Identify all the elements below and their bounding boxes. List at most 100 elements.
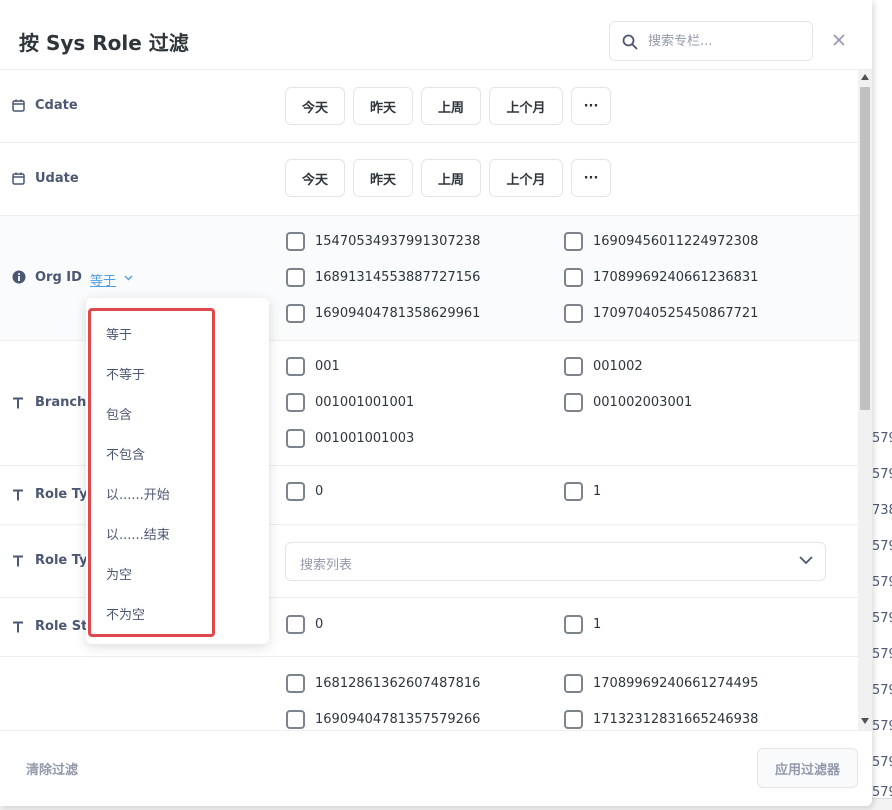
- bg-cell: 579: [872, 755, 892, 770]
- checkbox[interactable]: [564, 393, 583, 412]
- menu-item-is-empty[interactable]: 为空: [106, 564, 132, 583]
- bg-cell: 738: [872, 503, 892, 518]
- checkbox-option[interactable]: 15470534937991307238: [286, 232, 480, 251]
- checkbox[interactable]: [564, 482, 583, 501]
- checkbox-option[interactable]: 16891314553887727156: [286, 268, 480, 287]
- modal-footer: 清除过滤 应用过滤器: [0, 730, 872, 806]
- last-week-button[interactable]: 上周: [421, 159, 481, 197]
- checkbox-option[interactable]: 001001001003: [286, 429, 414, 448]
- menu-item-equals[interactable]: 等于: [106, 324, 132, 343]
- option-label: 1: [593, 484, 602, 499]
- checkbox[interactable]: [286, 674, 305, 693]
- more-options-button[interactable]: ···: [571, 87, 611, 125]
- scroll-up-arrow-icon[interactable]: [861, 74, 869, 80]
- text-type-icon: [13, 489, 23, 501]
- bg-cell: 579: [872, 539, 892, 554]
- option-label: 0: [315, 484, 324, 499]
- menu-item-starts-with[interactable]: 以......开始: [106, 484, 170, 503]
- checkbox-option[interactable]: 17132312831665246938: [564, 710, 758, 729]
- checkbox[interactable]: [286, 615, 305, 634]
- checkbox-option[interactable]: 16909404781358629961: [286, 304, 480, 323]
- search-list-select[interactable]: 搜索列表: [285, 542, 826, 581]
- bg-cell: 579: [872, 431, 892, 446]
- menu-item-not-equals[interactable]: 不等于: [106, 364, 145, 383]
- checkbox-option[interactable]: 1: [564, 615, 601, 634]
- field-row-udate: Udate 今天 昨天 上周 上个月 ···: [0, 143, 858, 216]
- checkbox[interactable]: [286, 232, 305, 251]
- menu-item-not-empty[interactable]: 不为空: [106, 604, 145, 623]
- option-label: 001001001001: [315, 395, 415, 410]
- scroll-down-arrow-icon[interactable]: [861, 718, 869, 724]
- menu-item-contains[interactable]: 包含: [106, 404, 132, 423]
- checkbox-option[interactable]: 17089969240661236831: [564, 268, 758, 287]
- checkbox-option[interactable]: 0: [286, 482, 323, 501]
- checkbox[interactable]: [564, 357, 583, 376]
- checkbox[interactable]: [564, 232, 583, 251]
- yesterday-button[interactable]: 昨天: [353, 87, 413, 125]
- close-icon[interactable]: [829, 30, 849, 50]
- modal-title: 按 Sys Role 过滤: [19, 31, 189, 55]
- checkbox[interactable]: [286, 304, 305, 323]
- apply-filter-button[interactable]: 应用过滤器: [757, 748, 858, 788]
- checkbox-option[interactable]: 16909404781357579266: [286, 710, 480, 729]
- checkbox[interactable]: [286, 710, 305, 729]
- checkbox[interactable]: [286, 429, 305, 448]
- operator-selector[interactable]: 等于: [90, 270, 116, 289]
- checkbox-option[interactable]: 001: [286, 357, 340, 376]
- yesterday-button[interactable]: 昨天: [353, 159, 413, 197]
- checkbox[interactable]: [286, 357, 305, 376]
- select-placeholder: 搜索列表: [300, 558, 353, 573]
- checkbox[interactable]: [286, 393, 305, 412]
- checkbox[interactable]: [286, 482, 305, 501]
- search-input[interactable]: [648, 30, 803, 52]
- clear-filter-button[interactable]: 清除过滤: [26, 759, 78, 778]
- field-label: Udate: [35, 171, 79, 186]
- menu-item-not-contains[interactable]: 不包含: [106, 444, 145, 463]
- checkbox-option[interactable]: 001002003001: [564, 393, 692, 412]
- checkbox-option[interactable]: 16812861362607487816: [286, 674, 480, 693]
- option-label: 17132312831665246938: [593, 712, 759, 727]
- vertical-scrollbar[interactable]: [858, 70, 872, 730]
- menu-item-ends-with[interactable]: 以......结束: [106, 524, 170, 543]
- option-label: 17089969240661236831: [593, 270, 759, 285]
- option-label: 17089969240661274495: [593, 676, 759, 691]
- option-label: 15470534937991307238: [315, 234, 481, 249]
- last-week-button[interactable]: 上周: [421, 87, 481, 125]
- option-label: 001002003001: [593, 395, 693, 410]
- checkbox-option[interactable]: 001001001001: [286, 393, 414, 412]
- info-icon: [12, 270, 26, 284]
- checkbox-option[interactable]: 001002: [564, 357, 643, 376]
- option-label: 16909456011224972308: [593, 234, 759, 249]
- bg-cell: 579: [872, 611, 892, 626]
- last-month-button[interactable]: 上个月: [489, 159, 563, 197]
- filter-modal: 按 Sys Role 过滤 Cdate 今天 昨天 上周: [0, 0, 872, 806]
- checkbox[interactable]: [564, 304, 583, 323]
- column-search[interactable]: [609, 21, 813, 61]
- checkbox-option[interactable]: 1: [564, 482, 601, 501]
- option-label: 16812861362607487816: [315, 676, 481, 691]
- last-month-button[interactable]: 上个月: [489, 87, 563, 125]
- checkbox[interactable]: [286, 268, 305, 287]
- checkbox-option[interactable]: 0: [286, 615, 323, 634]
- field-row-partial: 16812861362607487816 1708996924066127449…: [0, 657, 858, 730]
- today-button[interactable]: 今天: [285, 87, 345, 125]
- modal-header: 按 Sys Role 过滤: [0, 0, 872, 70]
- chevron-down-icon[interactable]: [124, 275, 133, 281]
- chevron-down-icon[interactable]: [799, 556, 813, 565]
- bg-cell: 579: [872, 467, 892, 482]
- today-button[interactable]: 今天: [285, 159, 345, 197]
- option-label: 001002: [593, 359, 643, 374]
- checkbox[interactable]: [564, 615, 583, 634]
- bg-cell: 579: [872, 647, 892, 662]
- bg-cell: 579: [872, 683, 892, 698]
- checkbox-option[interactable]: 17097040525450867721: [564, 304, 758, 323]
- checkbox[interactable]: [564, 268, 583, 287]
- more-options-button[interactable]: ···: [571, 159, 611, 197]
- checkbox[interactable]: [564, 710, 583, 729]
- checkbox[interactable]: [564, 674, 583, 693]
- checkbox-option[interactable]: 17089969240661274495: [564, 674, 758, 693]
- scrollbar-thumb[interactable]: [860, 87, 870, 410]
- operator-dropdown-menu: 等于 不等于 包含 不包含 以......开始 以......结束 为空 不为空: [86, 298, 269, 644]
- text-type-icon: [13, 397, 23, 409]
- checkbox-option[interactable]: 16909456011224972308: [564, 232, 758, 251]
